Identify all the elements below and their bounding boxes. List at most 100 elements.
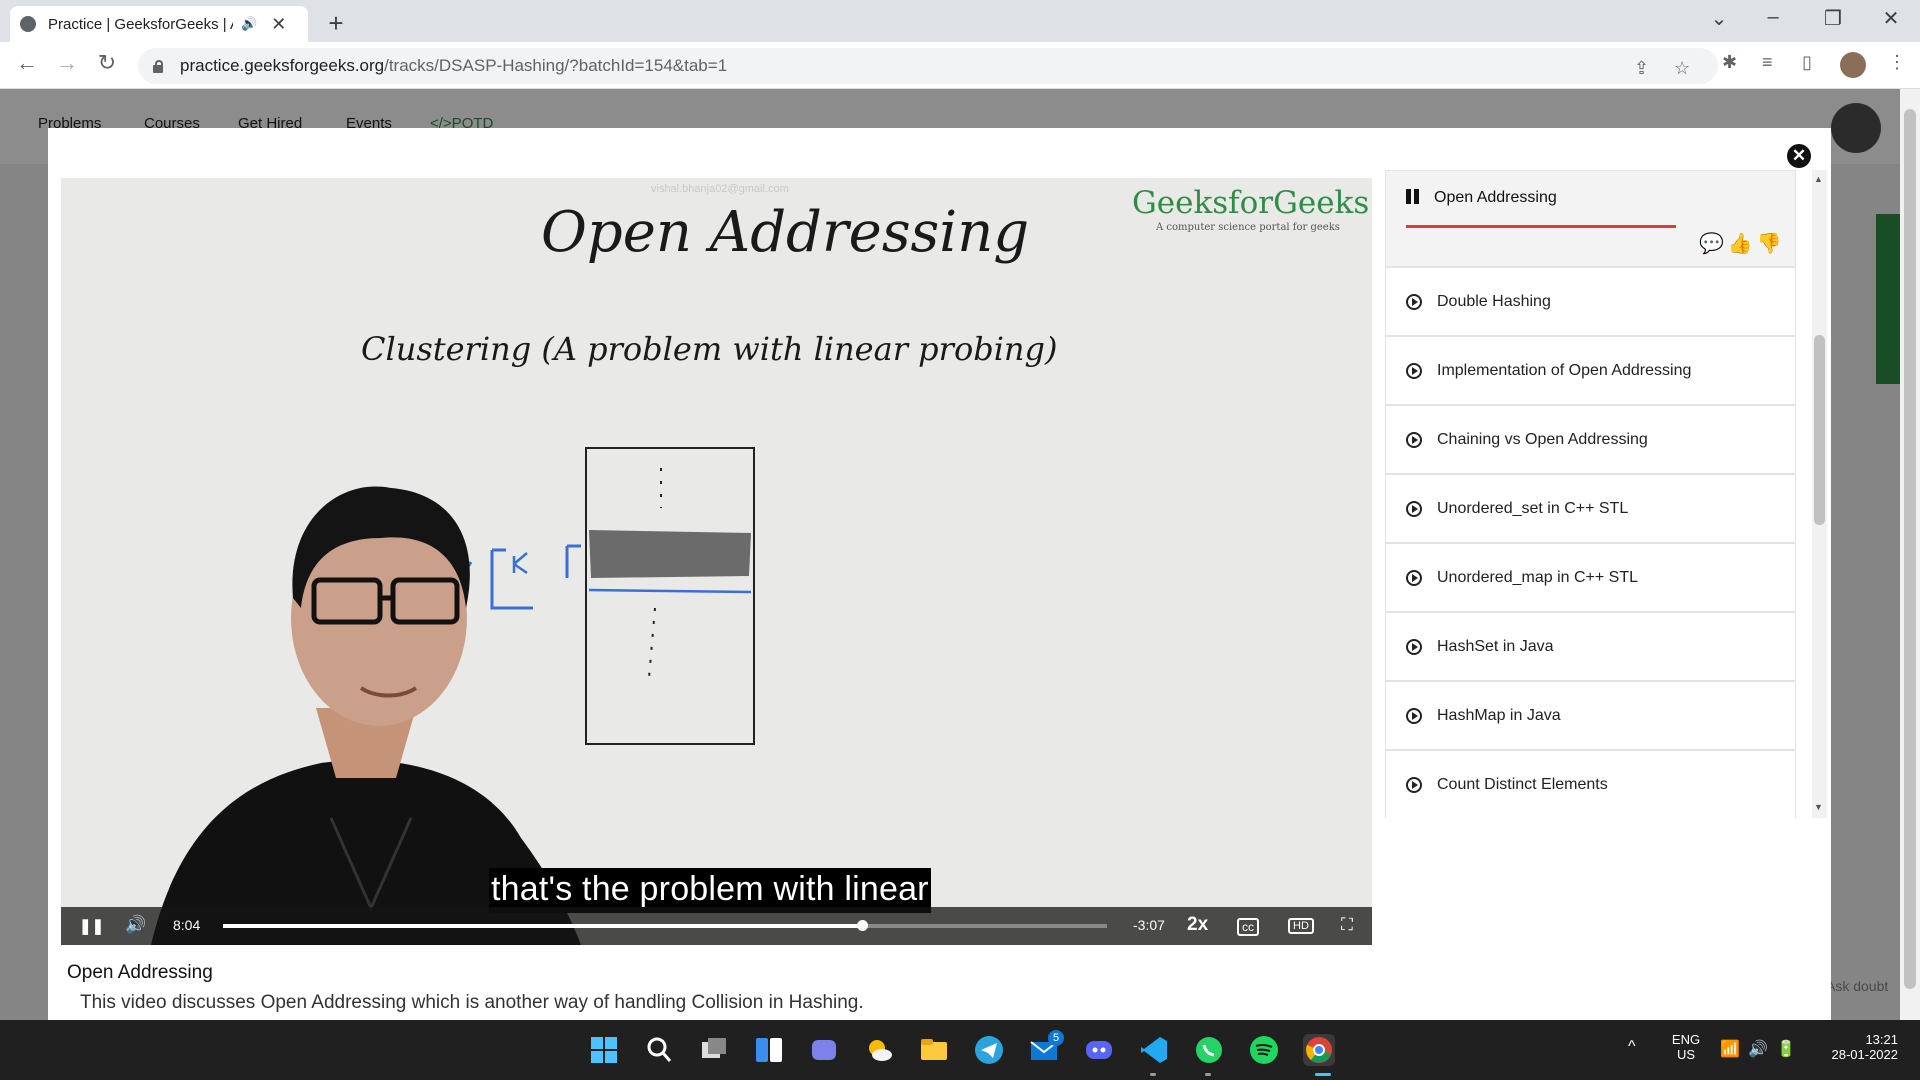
language-code: ENG [1671, 1032, 1701, 1047]
file-explorer-icon[interactable] [918, 1034, 950, 1066]
feedback-actions: 💬👍👎 [1699, 231, 1786, 256]
mail-badge: 5 [1048, 1030, 1064, 1046]
playlist-item[interactable]: HashSet in Java [1385, 612, 1796, 681]
more-icon[interactable]: ⋮ [1888, 52, 1906, 73]
chrome-icon[interactable] [1303, 1034, 1335, 1066]
playlist-item-label: Double Hashing [1437, 292, 1551, 310]
playlist-item[interactable]: HashMap in Java [1385, 681, 1796, 750]
progress-bar[interactable] [223, 920, 1107, 931]
search-icon[interactable] [643, 1034, 675, 1066]
thumbs-up-icon[interactable]: 👍 [1728, 233, 1757, 255]
play-circle-icon [1406, 638, 1422, 655]
running-indicator [1150, 1073, 1156, 1076]
spotify-icon[interactable] [1248, 1034, 1280, 1066]
playlist-item-label: HashSet in Java [1437, 637, 1554, 655]
progress-knob[interactable] [857, 920, 869, 931]
forward-icon[interactable]: → [52, 50, 82, 76]
tab-close-icon[interactable]: ✕ [271, 14, 286, 35]
video-player[interactable]: vishal.bhanja02@gmail.com GeeksforGeeks … [61, 178, 1372, 945]
clock-time: 13:21 [1865, 1032, 1898, 1047]
telegram-icon[interactable] [973, 1034, 1005, 1066]
playlist-item[interactable]: Unordered_map in C++ STL [1385, 543, 1796, 612]
tab-search-icon[interactable]: ⌄ [1694, 6, 1744, 31]
hd-quality-icon[interactable]: HD [1288, 918, 1314, 934]
play-circle-icon [1406, 293, 1422, 310]
playlist-current-item[interactable]: Open Addressing 💬👍👎 [1385, 170, 1796, 267]
lock-icon[interactable] [152, 59, 164, 73]
running-indicator [1205, 1073, 1211, 1076]
reading-list-icon[interactable]: ≡ [1762, 52, 1773, 73]
side-panel-icon[interactable]: ▯ [1802, 52, 1812, 73]
tab-title: Practice | GeeksforGeeks | A [48, 15, 233, 33]
tab-audio-icon[interactable]: 🔊 [241, 16, 257, 32]
scroll-up-icon[interactable]: ▲ [1814, 174, 1823, 184]
play-circle-icon [1406, 569, 1422, 586]
comment-icon[interactable]: 💬 [1699, 233, 1728, 255]
playlist-item-label: Implementation of Open Addressing [1437, 361, 1692, 379]
wifi-icon[interactable]: 📶 [1720, 1039, 1740, 1059]
extensions-icon[interactable]: ✱ [1722, 52, 1737, 73]
video-title: Open Addressing [67, 962, 213, 983]
user-avatar[interactable] [1831, 103, 1881, 153]
reload-icon[interactable]: ↻ [92, 50, 122, 76]
new-tab-button[interactable]: + [320, 8, 352, 40]
vscode-icon[interactable] [1138, 1034, 1170, 1066]
tab-favicon-icon [20, 16, 36, 32]
page-scrollbar-thumb[interactable] [1904, 109, 1916, 989]
url-host: practice.geeksforgeeks.org [180, 56, 385, 75]
page-scrollbar[interactable] [1900, 89, 1920, 1020]
teams-chat-icon[interactable] [808, 1034, 840, 1066]
browser-tab-strip: Practice | GeeksforGeeks | A 🔊 ✕ + ⌄ – ❐… [0, 0, 1920, 42]
play-circle-icon [1406, 500, 1422, 517]
close-window-button[interactable]: ✕ [1866, 6, 1916, 31]
url-path: /tracks/DSASP-Hashing/?batchId=154&tab=1 [384, 56, 728, 75]
playlist-current-title: Open Addressing [1434, 189, 1557, 206]
playlist-scrollbar-thumb[interactable] [1814, 335, 1825, 525]
address-bar[interactable]: practice.geeksforgeeks.org/tracks/DSASP-… [138, 48, 1718, 84]
video-description: This video discusses Open Addressing whi… [80, 992, 864, 1013]
volume-icon[interactable]: 🔊 [125, 915, 146, 935]
playlist-scrollbar[interactable]: ▲ ▼ [1812, 170, 1827, 818]
star-icon[interactable]: ☆ [1674, 58, 1690, 79]
browser-toolbar: ← → ↻ practice.geeksforgeeks.org/tracks/… [0, 42, 1920, 89]
back-icon[interactable]: ← [12, 50, 42, 76]
modal-close-icon[interactable]: ✕ [1787, 144, 1811, 168]
playlist-item-label: HashMap in Java [1437, 706, 1561, 724]
playlist-item[interactable]: Count Distinct Elements [1385, 750, 1796, 818]
minimize-button[interactable]: – [1748, 6, 1798, 29]
start-icon[interactable] [588, 1034, 620, 1066]
video-controls: ❚❚ 🔊 8:04 -3:07 2x cc HD ⛶ [61, 907, 1372, 945]
play-circle-icon [1406, 776, 1422, 793]
playlist-item[interactable]: Chaining vs Open Addressing [1385, 405, 1796, 474]
clock[interactable]: 13:21 28-01-2022 [1812, 1032, 1899, 1062]
active-indicator [1315, 1073, 1331, 1076]
browser-tab[interactable]: Practice | GeeksforGeeks | A 🔊 ✕ [10, 6, 308, 42]
play-circle-icon [1406, 431, 1422, 448]
scroll-down-icon[interactable]: ▼ [1814, 802, 1823, 812]
remaining-time: -3:07 [1133, 917, 1165, 933]
chevron-up-icon[interactable]: ^ [1628, 1038, 1636, 1056]
maximize-button[interactable]: ❐ [1808, 6, 1858, 31]
speaker-icon[interactable]: 🔊 [1748, 1039, 1768, 1059]
fullscreen-icon[interactable]: ⛶ [1341, 915, 1353, 935]
widgets-icon[interactable] [753, 1034, 785, 1066]
mail-icon[interactable]: 5 [1028, 1030, 1064, 1066]
discord-icon[interactable] [1083, 1034, 1115, 1066]
playback-speed-button[interactable]: 2x [1187, 914, 1208, 936]
thumbs-down-icon[interactable]: 👎 [1757, 233, 1786, 255]
clock-date: 28-01-2022 [1831, 1047, 1899, 1062]
task-view-icon[interactable] [698, 1034, 730, 1066]
playlist-item[interactable]: Double Hashing [1385, 267, 1796, 336]
playlist-item[interactable]: Unordered_set in C++ STL [1385, 474, 1796, 543]
current-progress-bar [1406, 225, 1676, 228]
weather-icon[interactable] [863, 1034, 895, 1066]
windows-taskbar: 5 ^ ENG US 📶 🔊 🔋 13:21 28-01-2022 [0, 1020, 1920, 1080]
language-indicator[interactable]: ENG US [1668, 1032, 1704, 1062]
captions-icon[interactable]: cc [1237, 918, 1259, 936]
share-icon[interactable]: ⇪ [1634, 58, 1649, 79]
pause-icon[interactable]: ❚❚ [79, 917, 104, 935]
profile-avatar[interactable] [1840, 52, 1866, 78]
playlist-item[interactable]: Implementation of Open Addressing [1385, 336, 1796, 405]
battery-icon[interactable]: 🔋 [1776, 1039, 1796, 1059]
whatsapp-icon[interactable] [1193, 1034, 1225, 1066]
